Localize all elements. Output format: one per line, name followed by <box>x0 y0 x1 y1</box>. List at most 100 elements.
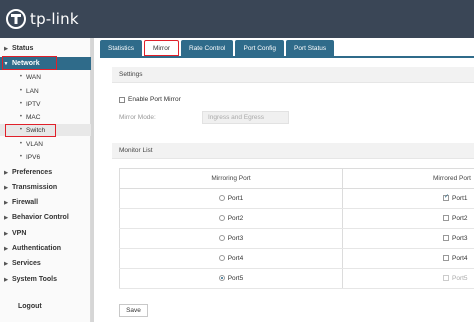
mirrored-cell: Port2 <box>342 208 474 229</box>
tab-rate-control[interactable]: Rate Control <box>180 40 234 56</box>
port-label: Port1 <box>452 195 468 202</box>
mirroring-cell: Port5 <box>119 268 343 289</box>
sidebar-item-preferences[interactable]: ▶ Preferences <box>0 166 91 179</box>
sidebar-item-status[interactable]: ▶ Status <box>0 42 91 55</box>
port-label: Port4 <box>227 255 244 262</box>
top-header: tp-link <box>0 0 474 38</box>
mirrored-checkbox[interactable] <box>443 215 449 222</box>
monitor-list-heading: Monitor List <box>112 143 474 159</box>
mirroring-radio[interactable] <box>218 235 225 242</box>
table-row: Port2 Port2 <box>119 208 474 229</box>
mirror-mode-value: Ingress and Egress <box>208 114 265 121</box>
mirroring-cell: Port3 <box>119 228 343 249</box>
tab-label: Port Config <box>243 44 277 52</box>
sidebar-item-label: Transmission <box>12 184 58 191</box>
sidebar-item-label: VPN <box>12 230 27 237</box>
subitem-label: VLAN <box>26 140 43 148</box>
sidebar-item-system-tools[interactable]: ▶ System Tools <box>0 273 91 286</box>
enable-port-mirror-checkbox[interactable] <box>119 96 125 103</box>
table-row: Port5 Port5 <box>119 268 474 289</box>
bullet-icon: • <box>19 141 22 147</box>
tab-label: Rate Control <box>188 44 226 52</box>
triangle-right-icon: ▶ <box>4 184 8 191</box>
mirroring-radio[interactable] <box>218 255 225 262</box>
mirrored-cell: Port3 <box>342 228 474 249</box>
sidebar-item-label: Preferences <box>12 169 53 176</box>
sidebar-item-label: Authentication <box>12 245 61 252</box>
sidebar-subitem-ipv6[interactable]: • IPV6 <box>0 151 91 163</box>
sidebar-item-behavior-control[interactable]: ▶ Behavior Control <box>0 211 91 224</box>
sidebar-item-logout[interactable]: Logout <box>0 300 91 313</box>
tp-link-logo-icon <box>6 9 26 29</box>
tab-statistics[interactable]: Statistics <box>100 40 143 56</box>
tp-link-logo: tp-link <box>6 9 110 29</box>
mirror-mode-select[interactable]: Ingress and Egress <box>202 111 289 124</box>
tab-label: Port Status <box>294 44 327 52</box>
settings-heading: Settings <box>112 67 474 83</box>
sidebar-item-label: Logout <box>18 303 42 310</box>
subitem-label: IPV6 <box>26 153 41 161</box>
mirroring-cell: Port1 <box>119 188 343 209</box>
bullet-icon: • <box>19 88 22 94</box>
port-label: Port1 <box>227 195 244 202</box>
tab-label: Mirror <box>153 44 170 52</box>
mirroring-radio[interactable] <box>218 275 225 282</box>
monitor-table: Mirroring Port Mirrored Port Port1 Port1… <box>119 168 474 289</box>
subitem-label: WAN <box>26 73 41 81</box>
triangle-right-icon: ▶ <box>4 199 8 206</box>
sidebar-subitem-lan[interactable]: • LAN <box>0 85 91 97</box>
sidebar-scrollbar[interactable] <box>91 38 94 322</box>
sidebar-item-label: Services <box>12 260 41 267</box>
bullet-icon: • <box>19 74 22 80</box>
sidebar-subitem-mac[interactable]: • MAC <box>0 111 91 123</box>
triangle-right-icon: ▶ <box>4 214 8 221</box>
subitem-label: IPTV <box>26 100 41 108</box>
mirrored-checkbox[interactable] <box>443 275 449 282</box>
switch-highlight-box <box>5 124 56 137</box>
sidebar-subitem-vlan[interactable]: • VLAN <box>0 138 91 150</box>
tab-port-status[interactable]: Port Status <box>286 40 335 56</box>
sidebar-item-authentication[interactable]: ▶ Authentication <box>0 242 91 255</box>
sidebar-item-services[interactable]: ▶ Services <box>0 257 91 270</box>
mirroring-radio[interactable] <box>218 215 225 222</box>
save-button[interactable]: Save <box>119 304 148 317</box>
tab-mirror[interactable]: Mirror <box>144 40 179 56</box>
sidebar-item-label: System Tools <box>12 276 57 283</box>
sidebar-item-label: Firewall <box>12 199 39 206</box>
triangle-right-icon: ▶ <box>4 260 8 267</box>
mirrored-checkbox[interactable] <box>443 255 449 262</box>
sidebar-item-label: Behavior Control <box>12 214 69 221</box>
triangle-right-icon: ▶ <box>4 45 8 52</box>
sidebar-subitem-iptv[interactable]: • IPTV <box>0 98 91 110</box>
sidebar-item-vpn[interactable]: ▶ VPN <box>0 227 91 240</box>
mirrored-checkbox[interactable] <box>443 235 449 242</box>
triangle-right-icon: ▶ <box>4 230 8 237</box>
subitem-label: LAN <box>26 87 39 95</box>
enable-port-mirror-row[interactable]: Enable Port Mirror <box>119 96 181 103</box>
sidebar-item-label: Status <box>12 45 34 52</box>
port-label: Port2 <box>452 215 468 222</box>
table-row: Port4 Port4 <box>119 248 474 269</box>
triangle-right-icon: ▶ <box>4 169 8 176</box>
tab-port-config[interactable]: Port Config <box>235 40 285 56</box>
col-mirroring-port: Mirroring Port <box>119 168 343 189</box>
enable-port-mirror-label: Enable Port Mirror <box>128 96 181 103</box>
mirroring-radio[interactable] <box>218 195 225 202</box>
sidebar-subitem-wan[interactable]: • WAN <box>0 71 91 83</box>
mirrored-cell: Port4 <box>342 248 474 269</box>
bullet-icon: • <box>19 154 22 160</box>
bullet-icon: • <box>19 101 22 107</box>
mirror-mode-label: Mirror Mode: <box>119 114 156 121</box>
mirrored-cell: Port1 <box>342 188 474 209</box>
tab-bar: Statistics Mirror Rate Control Port Conf… <box>100 40 335 56</box>
sidebar-item-transmission[interactable]: ▶ Transmission <box>0 181 91 194</box>
port-label: Port2 <box>227 215 244 222</box>
section-title: Monitor List <box>119 147 153 154</box>
triangle-right-icon: ▶ <box>4 276 8 283</box>
mirrored-cell: Port5 <box>342 268 474 289</box>
mirrored-checkbox[interactable] <box>443 193 449 202</box>
port-label: Port4 <box>452 255 468 262</box>
port-label: Port5 <box>452 275 468 282</box>
sidebar-item-firewall[interactable]: ▶ Firewall <box>0 196 91 209</box>
port-label: Port3 <box>227 235 244 242</box>
